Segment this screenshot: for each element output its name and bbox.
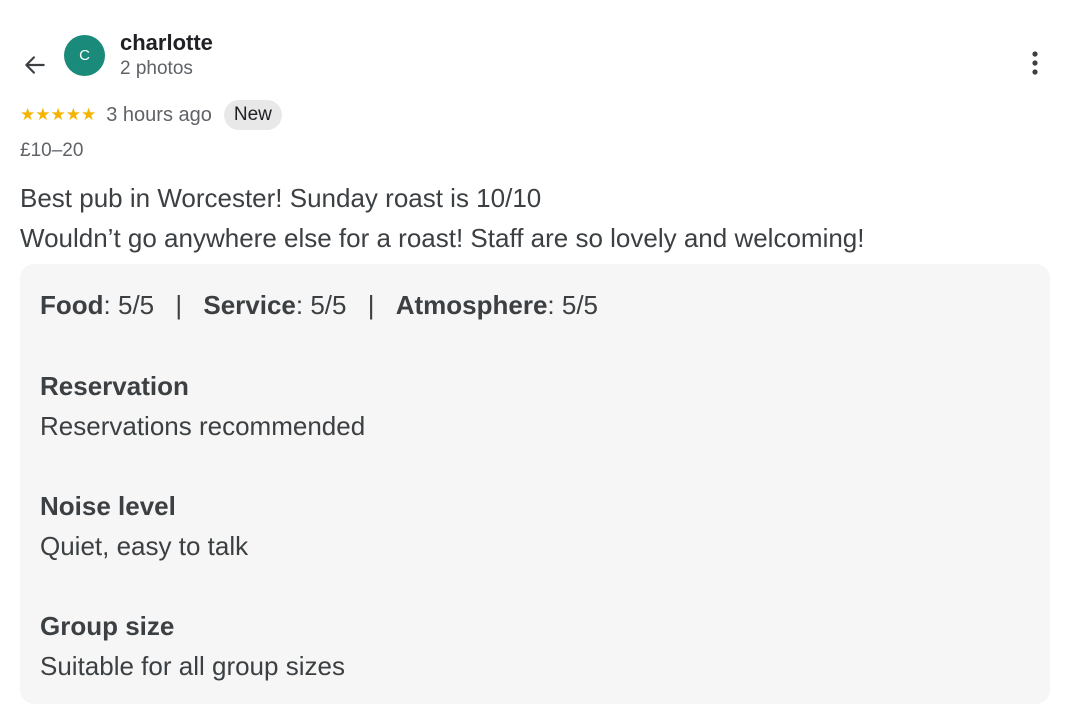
- food-rating: : 5/5: [103, 290, 155, 320]
- food-label: Food: [40, 290, 104, 320]
- more-vertical-icon: [1032, 51, 1038, 75]
- star-rating: ★ ★ ★ ★ ★: [20, 105, 96, 125]
- category-ratings: Food: 5/5 | Service: 5/5 | Atmosphere: 5…: [40, 290, 598, 321]
- author-name[interactable]: charlotte: [120, 30, 213, 56]
- detail-reservation: Reservation Reservations recommended: [40, 366, 365, 446]
- separator: |: [367, 290, 375, 320]
- arrow-left-icon: [25, 56, 45, 74]
- review-time: 3 hours ago: [106, 103, 212, 126]
- review-body: Best pub in Worcester! Sunday roast is 1…: [20, 178, 1050, 258]
- detail-noise-level: Noise level Quiet, easy to talk: [40, 486, 248, 566]
- avatar-initial: C: [79, 47, 90, 64]
- detail-label: Noise level: [40, 491, 176, 521]
- atmosphere-label: Atmosphere: [395, 290, 548, 320]
- review-header: C charlotte 2 photos: [0, 0, 1070, 100]
- detail-value: Quiet, easy to talk: [40, 531, 249, 561]
- more-options-button[interactable]: [1020, 46, 1050, 80]
- detail-label: Group size: [40, 611, 175, 641]
- separator: |: [175, 290, 183, 320]
- detail-value: Suitable for all group sizes: [40, 651, 345, 681]
- price-range: £10–20: [20, 140, 84, 161]
- star-icon: ★: [81, 105, 97, 125]
- detail-group-size: Group size Suitable for all group sizes: [40, 606, 345, 686]
- review-details-panel: Food: 5/5 | Service: 5/5 | Atmosphere: 5…: [20, 264, 1050, 704]
- rating-row: ★ ★ ★ ★ ★ 3 hours ago New: [20, 99, 282, 131]
- star-icon: ★: [20, 105, 36, 125]
- review-text-line: Wouldn’t go anywhere else for a roast! S…: [20, 223, 865, 253]
- author-photo-count: 2 photos: [120, 58, 193, 79]
- new-badge: New: [223, 100, 282, 130]
- back-button[interactable]: [20, 50, 50, 80]
- service-rating: : 5/5: [295, 290, 347, 320]
- atmosphere-rating: : 5/5: [547, 290, 599, 320]
- review-text-line: Best pub in Worcester! Sunday roast is 1…: [20, 183, 542, 213]
- detail-label: Reservation: [40, 371, 189, 401]
- detail-value: Reservations recommended: [40, 411, 366, 441]
- star-icon: ★: [35, 105, 51, 125]
- service-label: Service: [203, 290, 296, 320]
- avatar[interactable]: C: [64, 35, 105, 76]
- star-icon: ★: [65, 105, 81, 125]
- star-icon: ★: [50, 105, 66, 125]
